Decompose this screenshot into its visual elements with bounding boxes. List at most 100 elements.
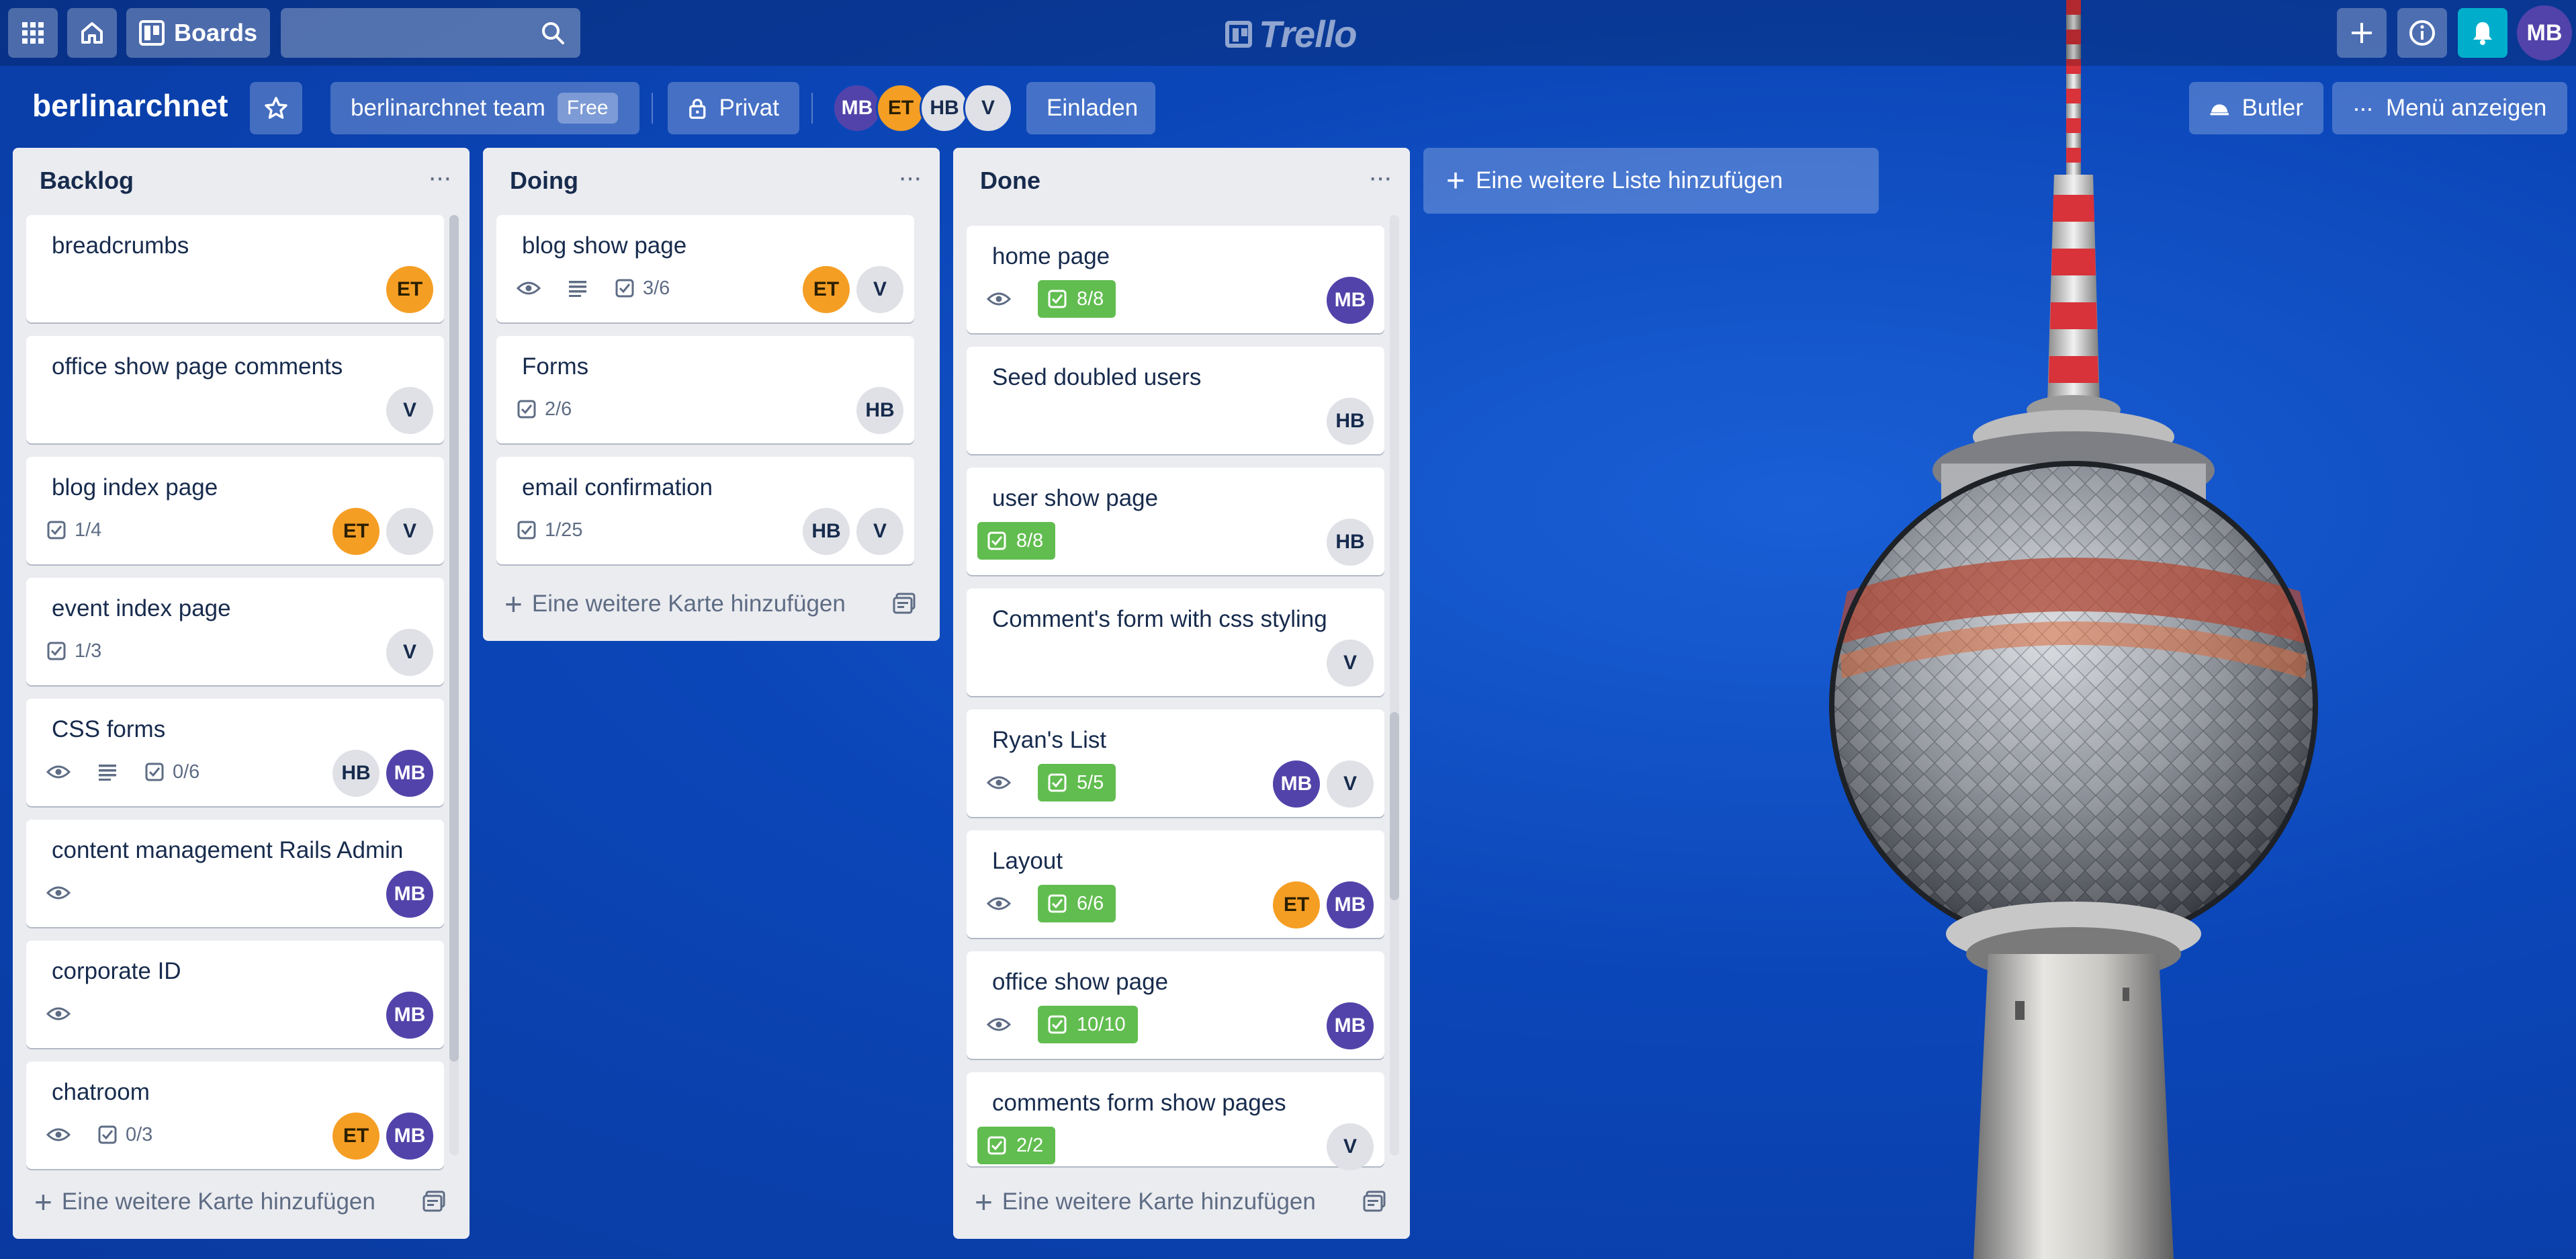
card-member-avatar[interactable]: HB	[856, 387, 903, 434]
list-title[interactable]: Doing	[510, 167, 578, 195]
card-member-avatar[interactable]: MB	[386, 992, 433, 1039]
star-board-button[interactable]	[250, 82, 302, 134]
eye-icon	[987, 1018, 1011, 1031]
card-member-avatar[interactable]: ET	[1273, 881, 1320, 928]
card[interactable]: Seed doubled users HB	[967, 347, 1384, 454]
add-card-button[interactable]: + Eine weitere Karte hinzufügen	[975, 1186, 1316, 1217]
card[interactable]: user show page 8/8 HB	[967, 468, 1384, 575]
add-card-button[interactable]: + Eine weitere Karte hinzufügen	[34, 1186, 375, 1217]
add-card-label: Eine weitere Karte hinzufügen	[61, 1188, 375, 1215]
card-title: email confirmation	[522, 474, 713, 501]
board-member-avatar[interactable]: HB	[920, 83, 969, 133]
card[interactable]: Layout 6/6 ET MB	[967, 830, 1384, 938]
scrollbar-thumb[interactable]	[1390, 712, 1399, 900]
scrollbar-thumb[interactable]	[449, 215, 459, 1061]
card-member-avatar[interactable]: ET	[803, 266, 850, 313]
card[interactable]: blog show page 3/6 ET V	[496, 215, 914, 322]
card[interactable]: breadcrumbs ET	[26, 215, 444, 322]
card-member-avatar[interactable]: ET	[332, 508, 380, 555]
notifications-button[interactable]	[2458, 8, 2507, 58]
card-template-icon[interactable]	[423, 1190, 447, 1212]
card-member-avatar[interactable]: V	[386, 387, 433, 434]
list-title[interactable]: Backlog	[40, 167, 134, 195]
card-member-avatar[interactable]: MB	[386, 1113, 433, 1160]
team-label: berlinarchnet team	[351, 95, 545, 121]
checklist-count: 8/8	[1016, 529, 1044, 552]
card[interactable]: Comment's form with css styling V	[967, 589, 1384, 696]
card-title: Forms	[522, 353, 589, 380]
invite-button[interactable]: Einladen	[1026, 82, 1155, 134]
card-member-avatar[interactable]: V	[386, 629, 433, 676]
grid-icon	[22, 22, 44, 44]
add-card-button[interactable]: + Eine weitere Karte hinzufügen	[504, 589, 846, 619]
card-title: comments form show pages	[992, 1090, 1286, 1116]
card-member-avatar[interactable]: HB	[332, 750, 380, 797]
card-member-avatar[interactable]: V	[856, 266, 903, 313]
board-member-avatar[interactable]: MB	[832, 83, 882, 133]
boards-button[interactable]: Boards	[126, 8, 270, 58]
card-template-icon[interactable]	[893, 593, 917, 614]
card[interactable]: content management Rails Admin MB	[26, 820, 444, 927]
checklist-count: 2/2	[1016, 1134, 1044, 1156]
show-menu-button[interactable]: ··· Menü anzeigen	[2332, 82, 2567, 134]
info-button[interactable]	[2397, 8, 2447, 58]
card[interactable]: home page 8/8 MB	[967, 226, 1384, 333]
checklist-count: 0/6	[173, 761, 200, 783]
checklist-complete-badge: 6/6	[1038, 885, 1116, 922]
card[interactable]: Ryan's List 5/5 MB V	[967, 709, 1384, 817]
card-member-avatar[interactable]: MB	[1327, 881, 1374, 928]
list-menu-icon[interactable]: ···	[428, 163, 452, 193]
card[interactable]: Forms 2/6 HB	[496, 336, 914, 443]
bell-icon	[2473, 22, 2492, 45]
list-scrollbar[interactable]	[1390, 215, 1399, 1156]
butler-button[interactable]: Butler	[2189, 82, 2323, 134]
apps-menu-button[interactable]	[8, 8, 58, 58]
board-member-avatar[interactable]: V	[963, 83, 1013, 133]
card-member-avatar[interactable]: MB	[386, 871, 433, 918]
card[interactable]: comments form show pages 2/2 V	[967, 1072, 1384, 1170]
board-member-avatar[interactable]: ET	[876, 83, 926, 133]
visibility-button[interactable]: Privat	[668, 82, 799, 134]
home-button[interactable]	[67, 8, 117, 58]
card[interactable]: chatroom 0/3 ET MB	[26, 1061, 444, 1169]
list-menu-icon[interactable]: ···	[1368, 163, 1392, 193]
card[interactable]: corporate ID MB	[26, 941, 444, 1048]
card-member-avatar[interactable]: V	[1327, 640, 1374, 687]
card-member-avatar[interactable]: MB	[386, 750, 433, 797]
card-member-avatar[interactable]: MB	[1273, 761, 1320, 808]
user-avatar[interactable]: MB	[2517, 5, 2572, 60]
card-member-avatar[interactable]: V	[386, 508, 433, 555]
card-member-avatar[interactable]: HB	[1327, 398, 1374, 445]
card[interactable]: CSS forms 0/6 HB MB	[26, 699, 444, 806]
card-member-avatar[interactable]: ET	[332, 1113, 380, 1160]
card[interactable]: email confirmation 1/25 HB V	[496, 457, 914, 564]
add-list-button[interactable]: + Eine weitere Liste hinzufügen	[1423, 148, 1879, 214]
checklist-icon	[615, 279, 634, 298]
add-card-label: Eine weitere Karte hinzufügen	[531, 591, 846, 617]
card-member-avatar[interactable]: MB	[1327, 277, 1374, 324]
card[interactable]: office show page 10/10 MB	[967, 951, 1384, 1059]
checklist-count: 5/5	[1077, 771, 1104, 793]
card-member-avatar[interactable]: HB	[803, 508, 850, 555]
card[interactable]: event index page 1/3 V	[26, 578, 444, 685]
card-template-icon[interactable]	[1363, 1190, 1387, 1212]
team-button[interactable]: berlinarchnet team Free	[330, 82, 639, 134]
board-title[interactable]: berlinarchnet	[32, 87, 228, 124]
list-scrollbar[interactable]	[449, 215, 459, 1156]
card-member-avatar[interactable]: V	[1327, 761, 1374, 808]
card[interactable]: blog index page 1/4 ET V	[26, 457, 444, 564]
card-member-avatar[interactable]: V	[1327, 1123, 1374, 1170]
list-menu-icon[interactable]: ···	[898, 163, 922, 193]
plus-icon: +	[975, 1184, 993, 1219]
card-member-avatar[interactable]: V	[856, 508, 903, 555]
create-button[interactable]	[2337, 8, 2387, 58]
card-member-avatar[interactable]: MB	[1327, 1002, 1374, 1049]
list-title[interactable]: Done	[980, 167, 1040, 195]
card[interactable]: office show page comments V	[26, 336, 444, 443]
checklist-icon	[987, 1136, 1006, 1155]
trello-logo[interactable]: Trello	[1225, 12, 1357, 56]
checklist-icon	[47, 642, 66, 660]
search-input[interactable]	[281, 8, 580, 58]
card-member-avatar[interactable]: HB	[1327, 519, 1374, 566]
card-member-avatar[interactable]: ET	[386, 266, 433, 313]
